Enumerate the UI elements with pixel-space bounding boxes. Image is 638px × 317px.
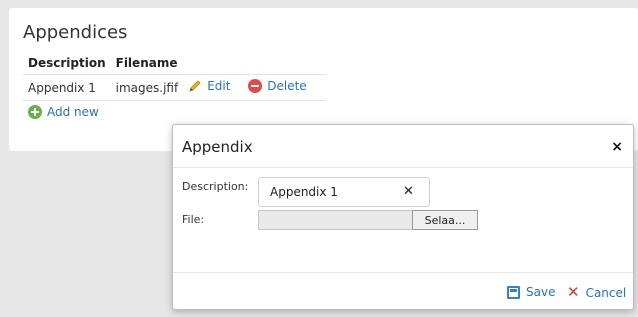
column-header-actions: [183, 56, 326, 75]
delete-icon: [248, 79, 263, 93]
edit-label: Edit: [207, 79, 231, 93]
cell-actions: Edit Delete: [183, 74, 326, 101]
dialog-title: Appendix: [182, 138, 253, 156]
save-label: Save: [526, 285, 556, 299]
file-label: File:: [182, 213, 205, 226]
save-icon: [507, 285, 520, 299]
edit-link[interactable]: Edit: [188, 79, 230, 93]
description-label: Description:: [182, 180, 249, 193]
cancel-icon: ✕: [567, 283, 580, 301]
appendix-dialog: Appendix × Description: ✕ File: Selaa...…: [172, 124, 634, 310]
column-header-filename: Filename: [115, 56, 178, 70]
add-icon: [28, 105, 42, 119]
panel-title: Appendices: [23, 22, 128, 43]
delete-link[interactable]: Delete: [248, 79, 307, 93]
file-path-field[interactable]: [258, 210, 413, 230]
pencil-icon: [188, 79, 202, 93]
close-icon[interactable]: ×: [611, 139, 623, 155]
cancel-button[interactable]: ✕ Cancel: [567, 285, 626, 300]
cancel-label: Cancel: [585, 285, 627, 300]
cell-filename: images.jfif: [110, 74, 184, 101]
appendices-table: Description Filename Appendix 1 images.j…: [23, 56, 326, 101]
table-row: Appendix 1 images.jfif Edit Delete: [23, 74, 326, 101]
dialog-header-divider: [173, 167, 633, 168]
browse-button[interactable]: Selaa...: [412, 210, 478, 230]
save-button[interactable]: Save: [507, 285, 555, 299]
column-header-description: Description: [28, 56, 106, 70]
add-new-link[interactable]: Add new: [28, 105, 99, 119]
add-new-label: Add new: [47, 105, 99, 119]
cell-description: Appendix 1: [23, 74, 111, 101]
table-header-row: Description Filename: [23, 56, 326, 75]
clear-icon[interactable]: ✕: [403, 184, 414, 199]
dialog-footer-divider: [173, 272, 633, 273]
delete-label: Delete: [267, 79, 307, 93]
